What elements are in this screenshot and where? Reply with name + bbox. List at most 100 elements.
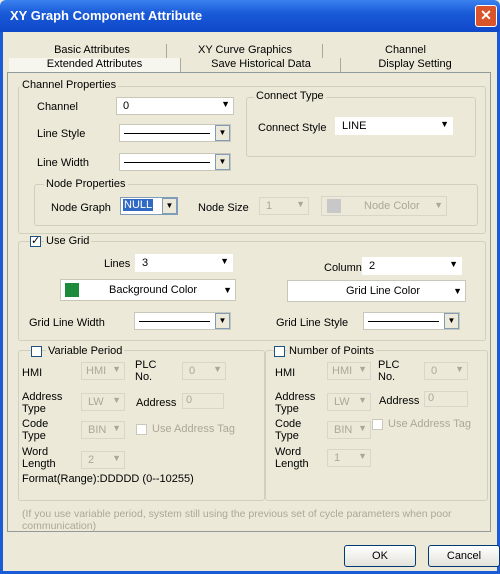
vp-plc-select[interactable]: 0 ▼ [182,362,226,380]
tab-extended-attributes[interactable]: Extended Attributes [9,58,180,73]
grid-columns-select[interactable]: 2 ▼ [362,257,462,275]
vp-hmi-label: HMI [22,367,43,379]
grid-line-style-label: Grid Line Style [276,317,349,329]
chevron-down-icon: ▼ [112,395,121,405]
tab-save-historical-data[interactable]: Save Historical Data [180,58,341,72]
grid-line-color-swatch [292,284,306,298]
vp-code-type-value: BIN [88,424,107,436]
vp-use-address-tag-checkbox[interactable] [136,424,147,435]
np-word-length-label: Word Length [275,446,309,470]
vp-code-type-label: Code Type [22,418,49,442]
node-graph-select[interactable]: NULL ▼ [120,197,178,215]
chevron-down-icon: ▼ [296,199,305,209]
line-style-label: Line Style [37,128,86,140]
node-properties-label: Node Properties [44,178,128,190]
grid-line-width-label: Grid Line Width [29,317,105,329]
line-width-label: Line Width [37,157,89,169]
tab-xy-curve-graphics[interactable]: XY Curve Graphics [166,44,323,58]
chevron-down-icon: ▼ [221,99,230,109]
np-hmi-select[interactable]: HMI ▼ [327,362,371,380]
connect-style-value: LINE [342,120,367,132]
node-size-label: Node Size [198,202,249,214]
chevron-down-icon: ▼ [162,198,177,214]
grid-line-style-preview [368,321,439,322]
np-word-length-value: 1 [334,452,341,464]
variable-period-label: Variable Period [46,345,125,357]
period-note-text: (If you use variable period, system stil… [22,508,452,532]
grid-line-width-select[interactable]: ▼ [134,312,231,330]
np-use-address-tag-label: Use Address Tag [388,418,471,430]
background-color-select[interactable]: Background Color ▼ [60,279,236,301]
node-color-select[interactable]: Node Color ▼ [321,196,447,216]
np-plc-select[interactable]: 0 ▼ [424,362,468,380]
chevron-down-icon: ▼ [444,313,459,329]
np-hmi-label: HMI [275,367,296,379]
background-color-label: Background Color [109,284,198,296]
chevron-down-icon: ▼ [223,285,232,295]
title-bar[interactable]: XY Graph Component Attribute ✕ [0,0,500,32]
tab-basic-attributes[interactable]: Basic Attributes [18,44,166,58]
np-plc-label: PLC No. [378,359,400,383]
chevron-down-icon: ▼ [215,313,230,329]
vp-address-input[interactable]: 0 [182,393,224,409]
connect-style-select[interactable]: LINE ▼ [335,117,453,135]
np-address-input[interactable]: 0 [424,391,468,407]
number-of-points-checkbox[interactable] [274,346,285,357]
np-code-type-select[interactable]: BIN ▼ [327,421,371,439]
chevron-down-icon: ▼ [112,364,121,374]
chevron-down-icon: ▼ [358,423,367,433]
channel-value: 0 [123,100,130,112]
number-of-points-label: Number of Points [287,345,376,357]
ok-button[interactable]: OK [344,545,416,567]
node-size-select[interactable]: 1 ▼ [259,197,309,215]
vp-format-text: Format(Range):DDDDD (0--10255) [22,473,194,485]
grid-line-width-preview [139,321,210,322]
chevron-down-icon: ▼ [449,259,458,269]
np-code-type-label: Code Type [275,418,302,442]
grid-line-style-select[interactable]: ▼ [363,312,460,330]
variable-period-checkbox[interactable] [31,346,42,357]
line-width-preview [124,162,210,163]
np-address-type-value: LW [334,396,350,408]
vp-code-type-select[interactable]: BIN ▼ [81,421,125,439]
vp-address-type-select[interactable]: LW ▼ [81,393,125,411]
use-grid-checkbox[interactable]: ✓ [30,236,41,247]
line-width-select[interactable]: ▼ [119,153,231,171]
chevron-down-icon: ▼ [215,154,230,170]
grid-lines-select[interactable]: 3 ▼ [135,254,233,272]
np-hmi-value: HMI [332,365,353,377]
window-frame-left [0,32,3,574]
chevron-down-icon: ▼ [453,286,462,296]
vp-address-label: Address [136,397,177,409]
grid-line-color-label: Grid Line Color [346,285,420,297]
line-style-select[interactable]: ▼ [119,124,231,142]
chevron-down-icon: ▼ [455,364,464,374]
line-style-preview [124,133,210,134]
grid-lines-label: Lines [104,258,131,270]
tab-display-setting[interactable]: Display Setting [340,58,489,72]
np-plc-value: 0 [431,365,438,377]
close-button[interactable]: ✕ [475,5,497,27]
np-word-length-select[interactable]: 1 ▼ [327,449,371,467]
channel-select[interactable]: 0 ▼ [116,97,234,115]
cancel-button[interactable]: Cancel [428,545,500,567]
vp-hmi-select[interactable]: HMI ▼ [81,362,125,380]
channel-properties-label: Channel Properties [20,79,119,91]
np-address-type-select[interactable]: LW ▼ [327,393,371,411]
connect-type-label: Connect Type [254,90,326,102]
grid-columns-value: 2 [369,260,376,272]
np-use-address-tag-checkbox[interactable] [372,419,383,430]
node-graph-value: NULL [123,199,154,211]
window-title: XY Graph Component Attribute [10,8,203,23]
chevron-down-icon: ▼ [358,451,367,461]
node-graph-label: Node Graph [51,202,111,214]
chevron-down-icon: ▼ [434,200,443,210]
tab-channel[interactable]: Channel [322,44,488,58]
vp-word-length-select[interactable]: 2 ▼ [81,451,125,469]
chevron-down-icon: ▼ [358,395,367,405]
channel-label: Channel [37,101,78,113]
grid-line-color-select[interactable]: Grid Line Color ▼ [287,280,466,302]
chevron-down-icon: ▼ [220,256,229,266]
grid-lines-value: 3 [142,257,149,269]
np-address-label: Address [379,395,420,407]
